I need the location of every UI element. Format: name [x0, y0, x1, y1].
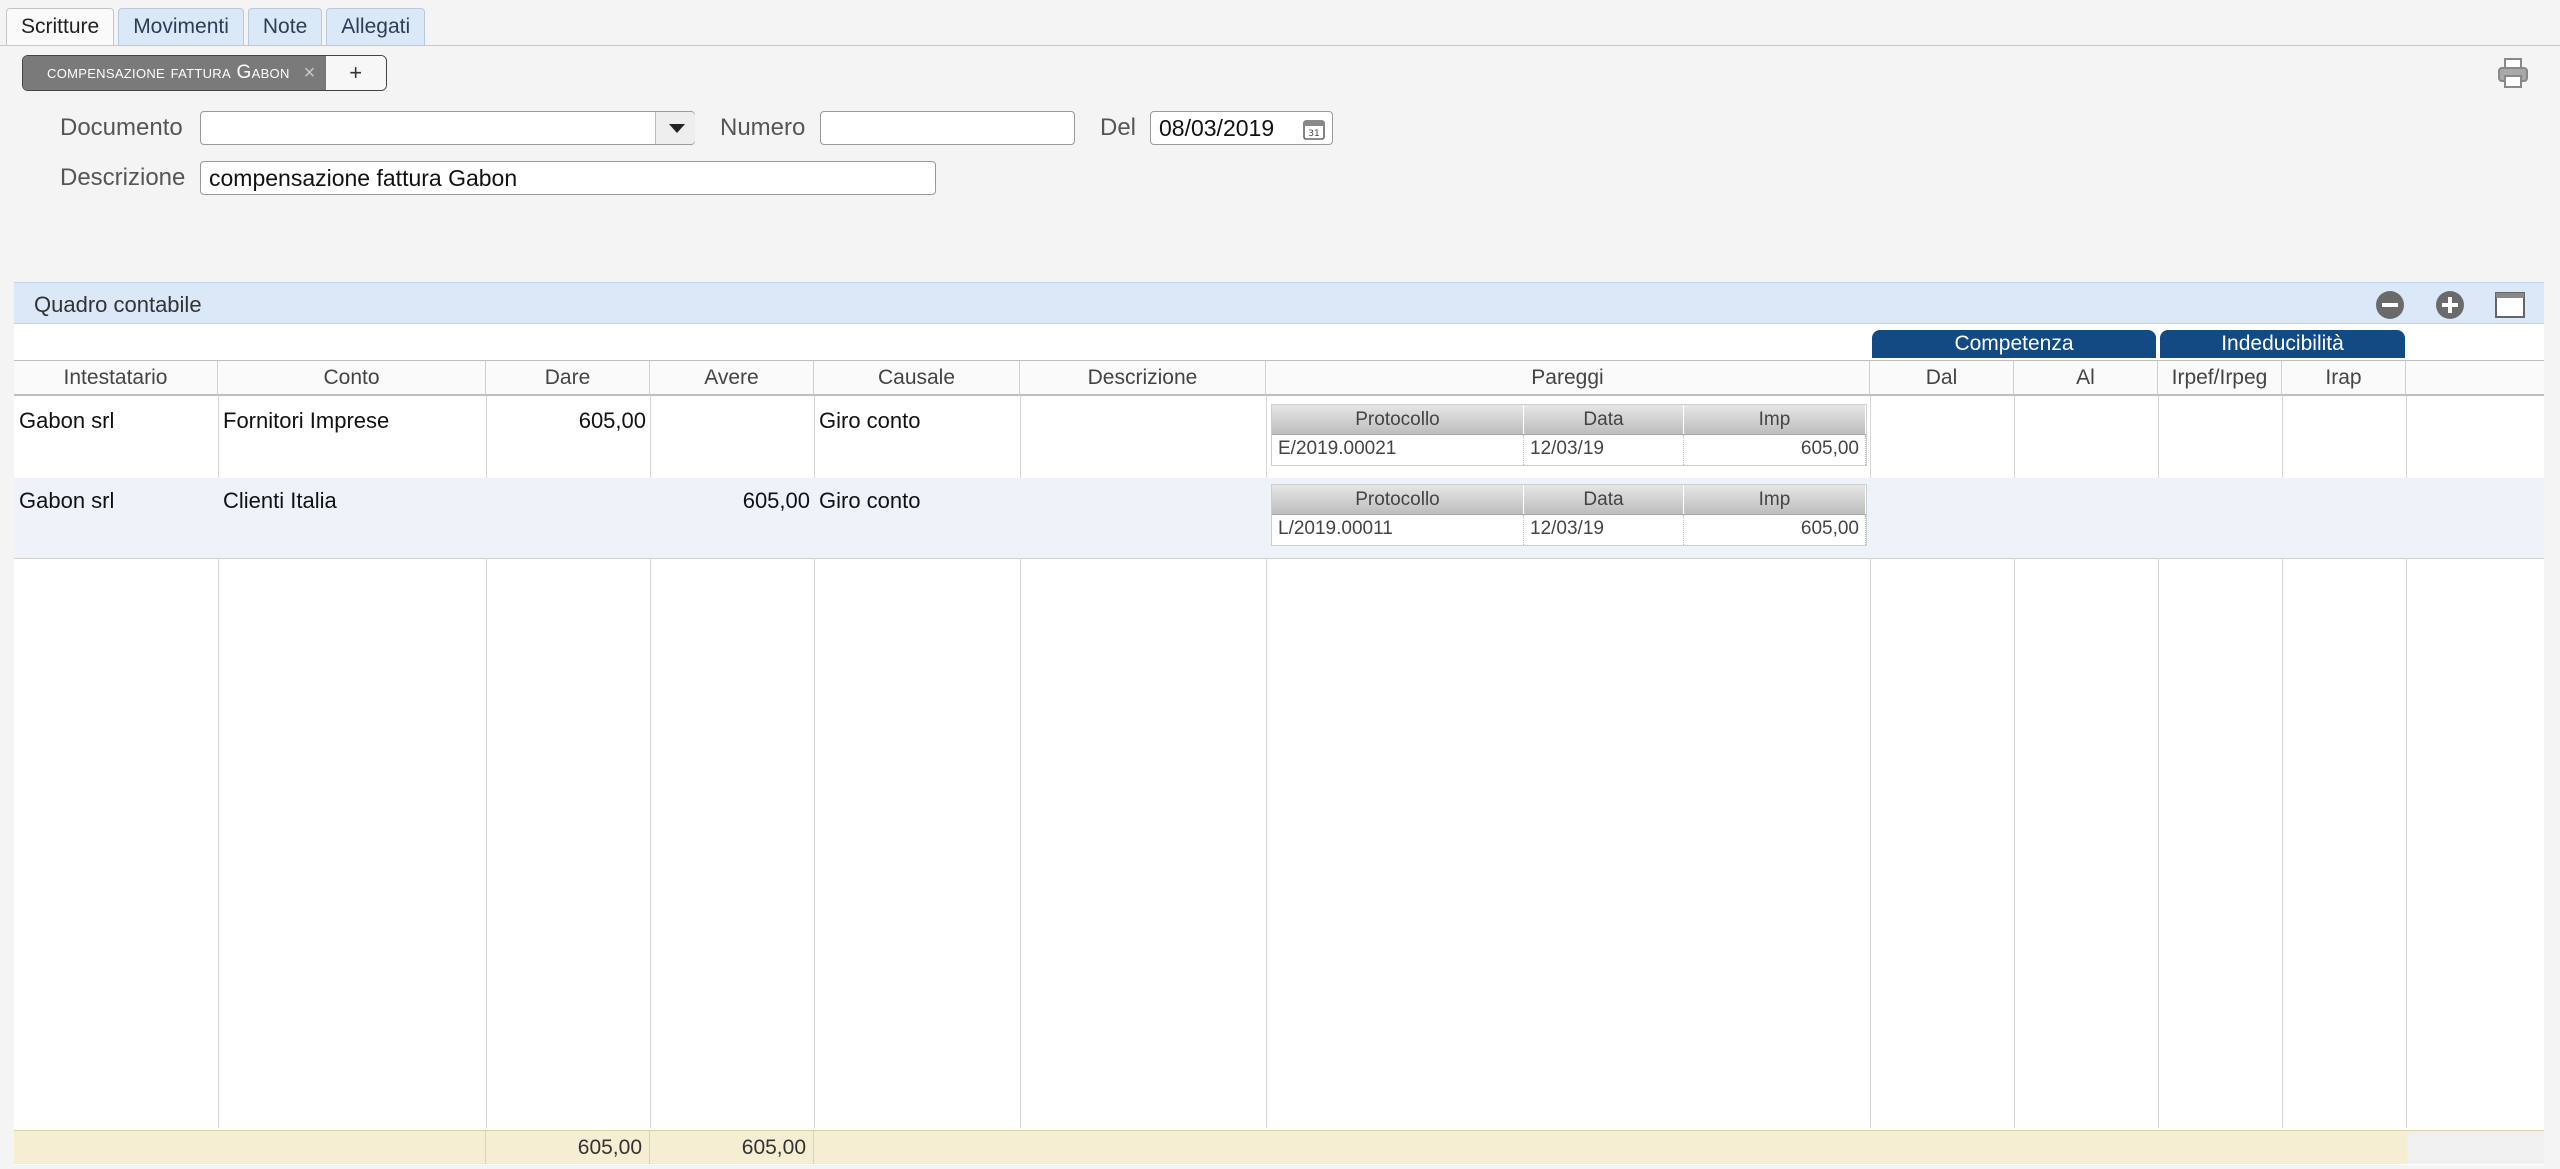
expand-window-icon[interactable] [2494, 289, 2526, 321]
col-descrizione[interactable]: Descrizione [1020, 361, 1266, 395]
pareggi-col-protocollo: Protocollo [1272, 485, 1524, 514]
pareggi-table: Protocollo Data Imp L/2019.00011 12/03/1… [1271, 484, 1867, 546]
col-dal[interactable]: Dal [1870, 361, 2014, 395]
cell-causale: Giro conto [819, 408, 921, 433]
cell-intestatario: Gabon srl [19, 408, 115, 433]
document-tabs: compensazione fattura Gabon × + [22, 55, 387, 91]
remove-row-icon[interactable] [2374, 289, 2406, 321]
group-header-indeducibilita: Indeducibilità [2160, 330, 2405, 358]
del-label: Del [1100, 114, 1137, 141]
documento-select[interactable] [200, 111, 695, 145]
descrizione-label: Descrizione [60, 164, 186, 191]
footer-cell [14, 1131, 486, 1164]
pareggi-protocollo: E/2019.00021 [1272, 435, 1524, 465]
tab-allegati[interactable]: Allegati [326, 8, 426, 46]
col-pareggi[interactable]: Pareggi [1266, 361, 1870, 395]
cell-avere: 605,00 [742, 488, 810, 513]
cell-causale: Giro conto [819, 488, 921, 513]
pareggi-imp: 605,00 [1684, 435, 1866, 465]
document-tab-active[interactable]: compensazione fattura Gabon × [23, 56, 326, 90]
col-irpef[interactable]: Irpef/Irpeg [2158, 361, 2282, 395]
pareggi-imp: 605,00 [1684, 515, 1866, 545]
date-value: 08/03/2019 [1159, 115, 1275, 141]
documento-label: Documento [60, 114, 183, 141]
quadro-contabile-header: Quadro contabile [14, 282, 2544, 324]
tab-movimenti[interactable]: Movimenti [118, 8, 244, 46]
cell-conto: Fornitori Imprese [223, 408, 390, 433]
tab-note[interactable]: Note [247, 8, 323, 46]
tab-bar: Scritture Movimenti Note Allegati [6, 8, 426, 46]
footer-filler [2407, 1131, 2544, 1164]
pareggi-protocollo: L/2019.00011 [1272, 515, 1524, 545]
document-tab-label: compensazione fattura Gabon [47, 62, 290, 83]
total-dare: 605,00 [577, 1136, 642, 1159]
totals-row: 605,00 605,00 [14, 1130, 2544, 1164]
pareggi-row[interactable]: E/2019.00021 12/03/19 605,00 [1272, 435, 1866, 465]
cell-conto: Clienti Italia [223, 488, 337, 513]
svg-text:31: 31 [1308, 129, 1319, 139]
chevron-down-icon[interactable] [655, 112, 695, 144]
col-irap[interactable]: Irap [2282, 361, 2406, 395]
total-avere: 605,00 [741, 1136, 806, 1159]
descrizione-input[interactable]: compensazione fattura Gabon [200, 161, 936, 195]
numero-input[interactable] [820, 111, 1075, 145]
pareggi-col-protocollo: Protocollo [1272, 405, 1524, 434]
numero-label: Numero [720, 114, 806, 141]
column-headers: Intestatario Conto Dare Avere Causale De… [14, 360, 2544, 396]
col-conto[interactable]: Conto [218, 361, 486, 395]
add-document-button[interactable]: + [325, 56, 386, 90]
table-row[interactable]: Gabon srl Fornitori Imprese 605,00 Giro … [14, 398, 2544, 478]
pareggi-col-imp: Imp [1684, 405, 1866, 434]
close-icon[interactable]: × [304, 56, 316, 90]
accounting-grid: Competenza Indeducibilità Intestatario C… [14, 324, 2544, 1165]
printer-icon[interactable] [2496, 56, 2530, 90]
pareggi-table: Protocollo Data Imp E/2019.00021 12/03/1… [1271, 404, 1867, 466]
col-avere[interactable]: Avere [650, 361, 814, 395]
section-title: Quadro contabile [34, 292, 202, 317]
calendar-icon[interactable]: 31 [1302, 117, 1326, 141]
add-row-icon[interactable] [2434, 289, 2466, 321]
pareggi-col-imp: Imp [1684, 485, 1866, 514]
col-causale[interactable]: Causale [814, 361, 1020, 395]
col-dare[interactable]: Dare [486, 361, 650, 395]
tab-scritture[interactable]: Scritture [6, 8, 115, 46]
pareggi-data: 12/03/19 [1524, 515, 1684, 545]
group-header-competenza: Competenza [1872, 330, 2156, 358]
col-intestatario[interactable]: Intestatario [14, 361, 218, 395]
row-separator [14, 558, 2544, 559]
cell-dare: 605,00 [578, 408, 646, 433]
pareggi-col-data: Data [1524, 485, 1684, 514]
tab-divider [0, 45, 2560, 46]
col-al[interactable]: Al [2014, 361, 2158, 395]
pareggi-data: 12/03/19 [1524, 435, 1684, 465]
pareggi-col-data: Data [1524, 405, 1684, 434]
date-input[interactable]: 08/03/2019 31 [1150, 111, 1333, 145]
table-row[interactable]: Gabon srl Clienti Italia 605,00 Giro con… [14, 478, 2544, 558]
pareggi-row[interactable]: L/2019.00011 12/03/19 605,00 [1272, 515, 1866, 545]
cell-intestatario: Gabon srl [19, 488, 115, 513]
